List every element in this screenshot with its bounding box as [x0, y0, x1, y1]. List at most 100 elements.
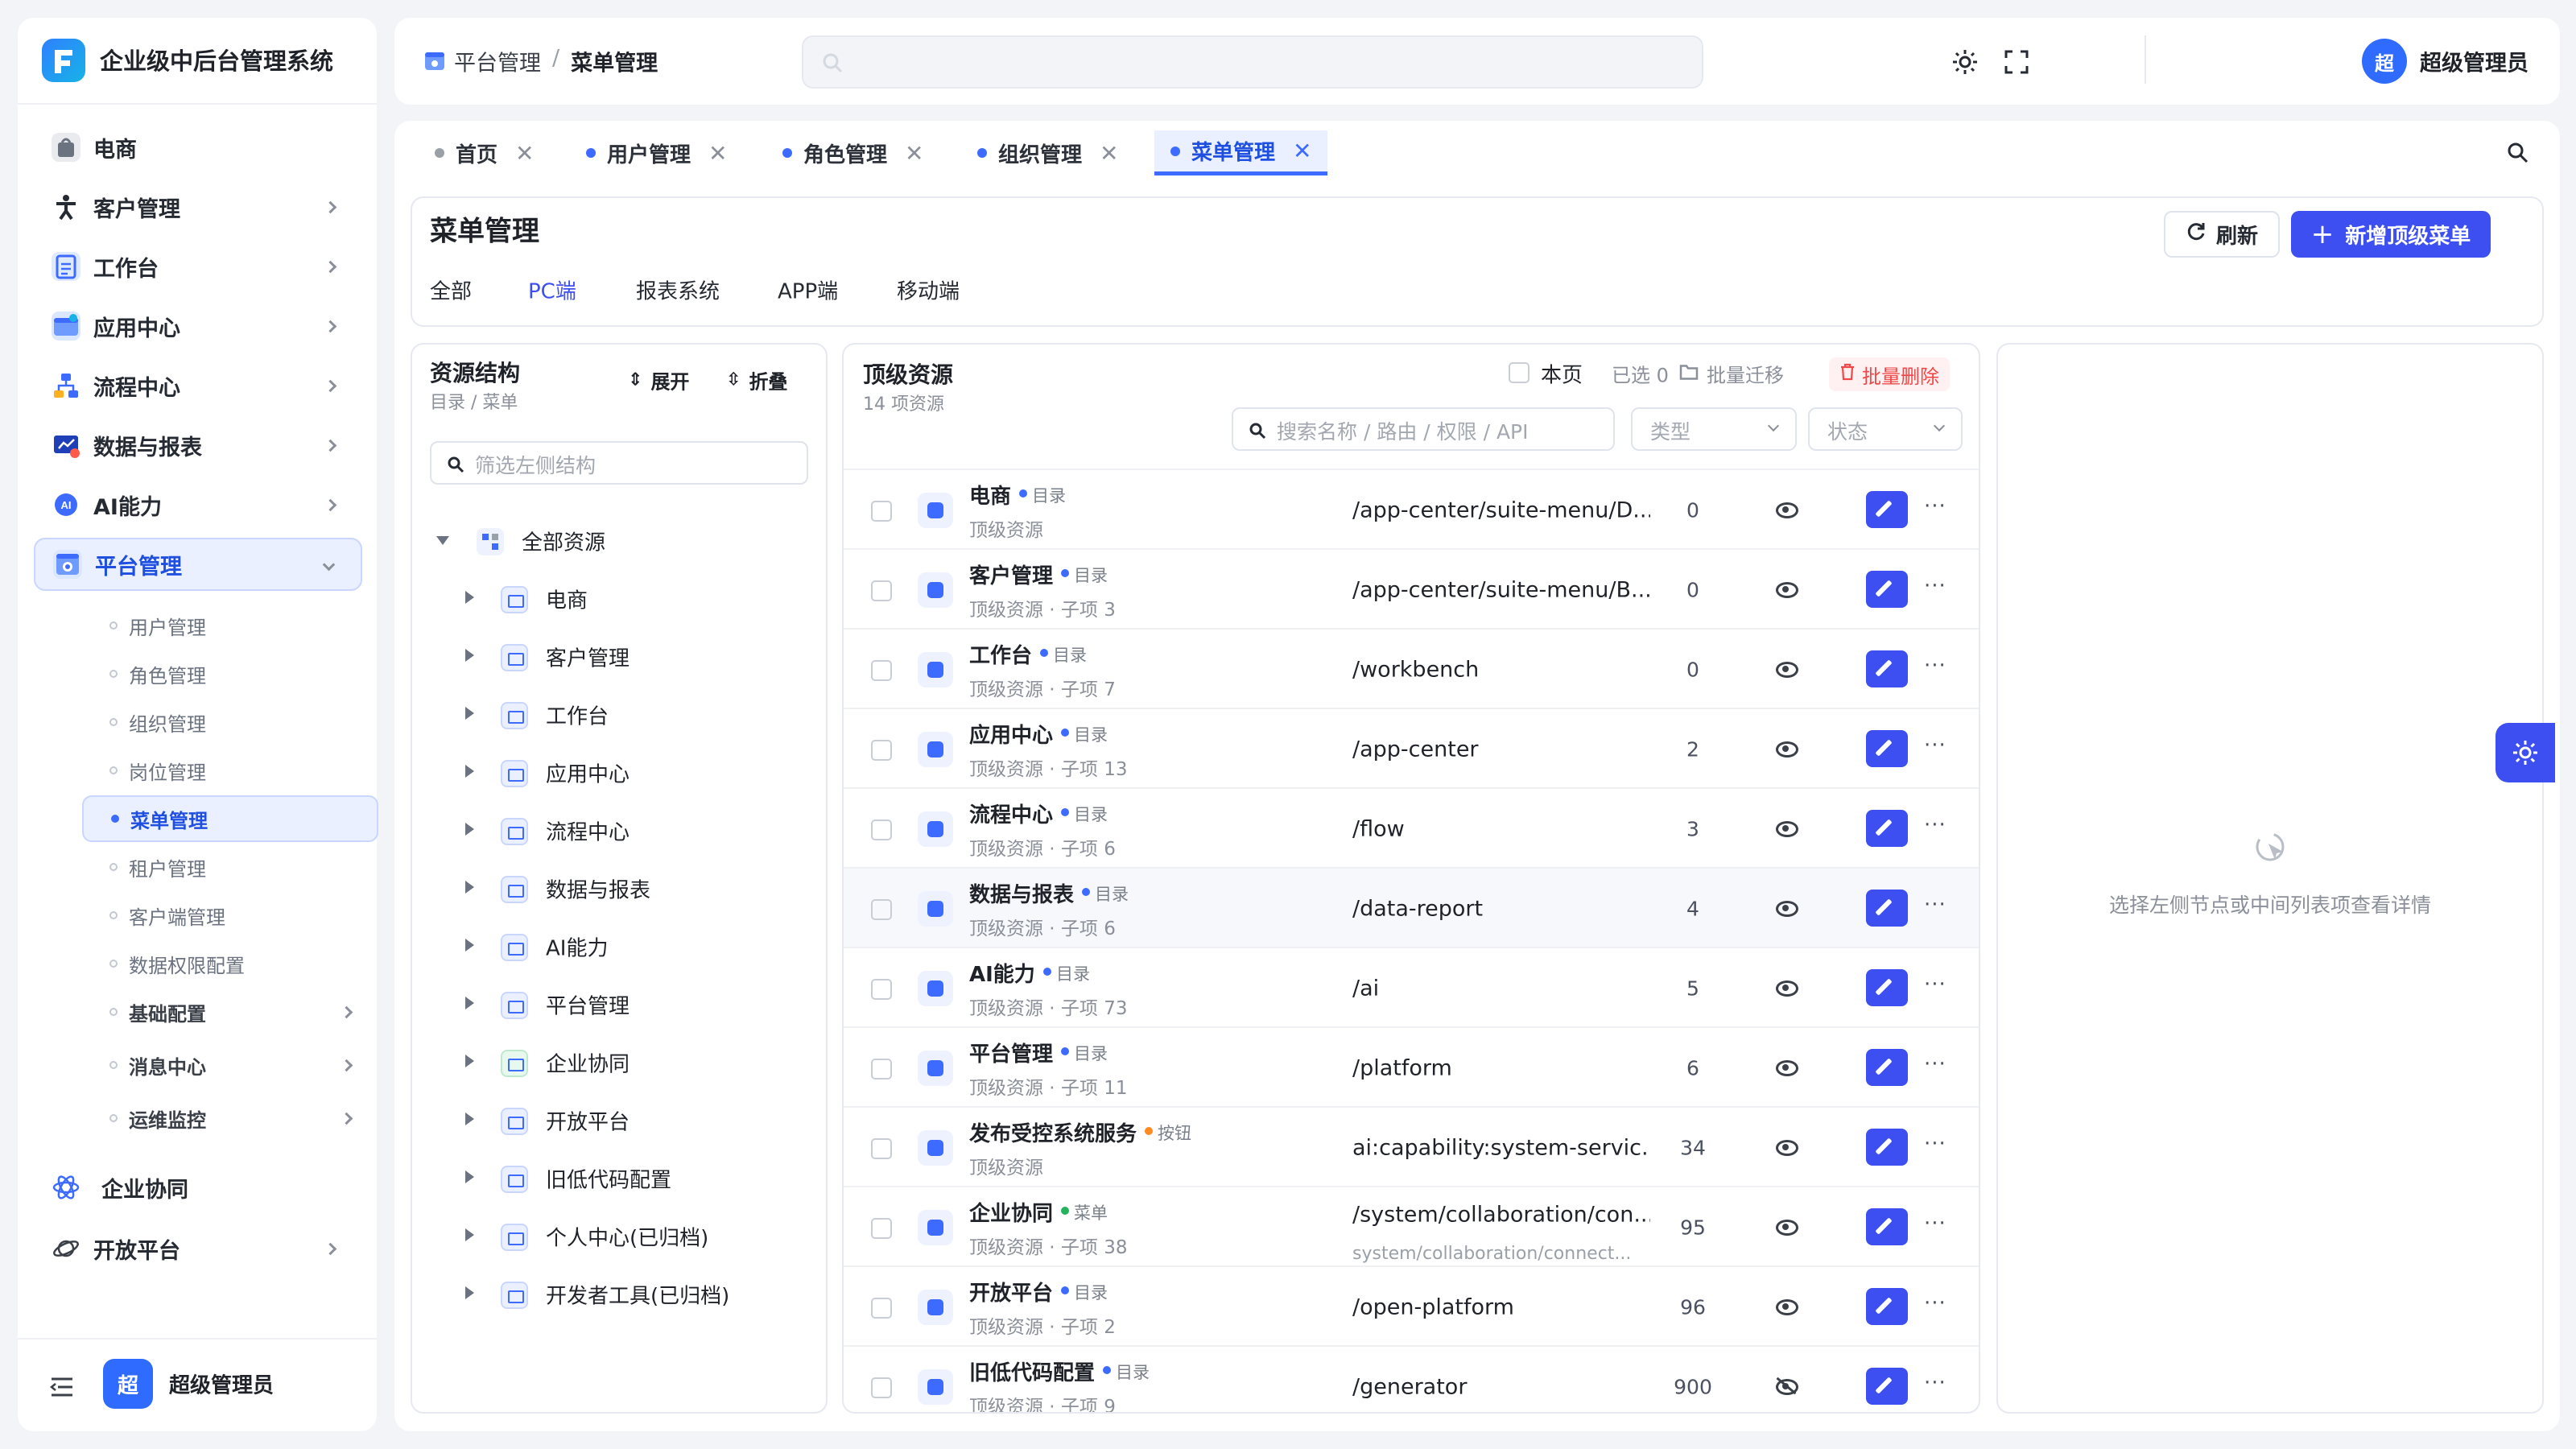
- eye-icon[interactable]: [1776, 660, 1798, 678]
- caret-right-icon[interactable]: [465, 1228, 474, 1241]
- sidebar-sub-client[interactable]: 客户端管理: [82, 892, 378, 939]
- eye-icon[interactable]: [1776, 1138, 1798, 1156]
- eye-icon[interactable]: [1776, 740, 1798, 758]
- table-row[interactable]: 平台管理 目录 顶级资源 · 子项 11/platform 6 ···: [844, 1028, 1979, 1108]
- select-page-checkbox[interactable]: [1509, 362, 1530, 383]
- sidebar-sub-data-permission[interactable]: 数据权限配置: [82, 940, 378, 987]
- eye-off-icon[interactable]: [1776, 1377, 1798, 1395]
- tab-search-icon[interactable]: [2505, 140, 2531, 166]
- caret-right-icon[interactable]: [465, 765, 474, 778]
- tree-node[interactable]: 旧低代码配置: [412, 1150, 826, 1208]
- table-row[interactable]: AI能力 目录 顶级资源 · 子项 73/ai 5 ···: [844, 948, 1979, 1028]
- more-icon[interactable]: ···: [1924, 813, 1946, 837]
- table-row[interactable]: 流程中心 目录 顶级资源 · 子项 6/flow 3 ···: [844, 789, 1979, 869]
- caret-right-icon[interactable]: [465, 591, 474, 604]
- sidebar-item-ecommerce[interactable]: 电商: [34, 121, 362, 174]
- edit-button[interactable]: [1866, 1288, 1908, 1325]
- more-icon[interactable]: ···: [1924, 893, 1946, 917]
- global-search-input[interactable]: [802, 35, 1703, 89]
- sidebar-sub-ops[interactable]: 运维监控: [82, 1095, 378, 1141]
- close-icon[interactable]: ✕: [1100, 140, 1118, 167]
- subtab-pc[interactable]: PC端: [528, 275, 636, 305]
- caret-right-icon[interactable]: [465, 939, 474, 952]
- row-checkbox[interactable]: [871, 1298, 892, 1319]
- status-select[interactable]: 状态: [1808, 407, 1963, 451]
- eye-icon[interactable]: [1776, 1218, 1798, 1236]
- tree-node[interactable]: 电商: [412, 570, 826, 628]
- row-checkbox[interactable]: [871, 819, 892, 840]
- batch-delete-button[interactable]: 批量删除: [1829, 357, 1950, 391]
- avatar[interactable]: 超: [2362, 39, 2407, 84]
- tab-home[interactable]: 首页 ✕: [435, 130, 534, 175]
- subtab-app[interactable]: APP端: [778, 275, 897, 305]
- tree-node[interactable]: 企业协同: [412, 1034, 826, 1092]
- edit-button[interactable]: [1866, 650, 1908, 687]
- tree-node[interactable]: 个人中心(已归档): [412, 1208, 826, 1265]
- type-select[interactable]: 类型: [1631, 407, 1797, 451]
- eye-icon[interactable]: [1776, 979, 1798, 997]
- tree-filter-input[interactable]: 筛选左侧结构: [430, 441, 808, 485]
- tab-user-management[interactable]: 用户管理 ✕: [586, 130, 727, 175]
- edit-button[interactable]: [1866, 730, 1908, 767]
- close-icon[interactable]: ✕: [708, 140, 727, 167]
- row-checkbox[interactable]: [871, 1218, 892, 1239]
- tree-node[interactable]: 开放平台: [412, 1092, 826, 1150]
- tree-node[interactable]: 数据与报表: [412, 860, 826, 918]
- caret-right-icon[interactable]: [465, 1286, 474, 1299]
- eye-icon[interactable]: [1776, 501, 1798, 518]
- breadcrumb-parent[interactable]: 平台管理: [454, 46, 541, 77]
- caret-right-icon[interactable]: [465, 1055, 474, 1067]
- edit-button[interactable]: [1866, 1049, 1908, 1086]
- sidebar-sub-org[interactable]: 组织管理: [82, 699, 378, 745]
- edit-button[interactable]: [1866, 1208, 1908, 1245]
- edit-button[interactable]: [1866, 1368, 1908, 1405]
- table-row[interactable]: 工作台 目录 顶级资源 · 子项 7/workbench 0 ···: [844, 630, 1979, 709]
- sidebar-sub-user[interactable]: 用户管理: [82, 602, 378, 649]
- settings-float-button[interactable]: [2496, 723, 2555, 782]
- tree-node[interactable]: 应用中心: [412, 744, 826, 802]
- sidebar-item-open-platform[interactable]: 开放平台: [34, 1222, 362, 1275]
- close-icon[interactable]: ✕: [1293, 138, 1311, 164]
- tab-role-management[interactable]: 角色管理 ✕: [782, 130, 923, 175]
- tree-node[interactable]: AI能力: [412, 918, 826, 976]
- edit-button[interactable]: [1866, 810, 1908, 847]
- row-checkbox[interactable]: [871, 580, 892, 601]
- more-icon[interactable]: ···: [1924, 1132, 1946, 1156]
- close-icon[interactable]: ✕: [515, 140, 534, 167]
- edit-button[interactable]: [1866, 890, 1908, 927]
- table-row[interactable]: 客户管理 目录 顶级资源 · 子项 3/app-center/suite-menu/…: [844, 550, 1979, 630]
- subtab-all[interactable]: 全部: [430, 275, 528, 305]
- tree-node[interactable]: 工作台: [412, 686, 826, 744]
- fullscreen-icon[interactable]: [2003, 48, 2030, 76]
- edit-button[interactable]: [1866, 491, 1908, 528]
- row-checkbox[interactable]: [871, 740, 892, 761]
- more-icon[interactable]: ···: [1924, 1052, 1946, 1076]
- caret-right-icon[interactable]: [465, 707, 474, 720]
- more-icon[interactable]: ···: [1924, 494, 1946, 518]
- more-icon[interactable]: ···: [1924, 1212, 1946, 1236]
- subtab-report[interactable]: 报表系统: [636, 275, 778, 305]
- tree-node[interactable]: 平台管理: [412, 976, 826, 1034]
- eye-icon[interactable]: [1776, 1298, 1798, 1315]
- sidebar-sub-basic-config[interactable]: 基础配置: [82, 989, 378, 1035]
- close-icon[interactable]: ✕: [905, 140, 923, 167]
- eye-icon[interactable]: [1776, 580, 1798, 598]
- more-icon[interactable]: ···: [1924, 654, 1946, 678]
- caret-right-icon[interactable]: [465, 823, 474, 836]
- refresh-button[interactable]: 刷新: [2164, 211, 2280, 258]
- sidebar-item-app-center[interactable]: 应用中心: [34, 299, 362, 353]
- row-checkbox[interactable]: [871, 1059, 892, 1080]
- caret-right-icon[interactable]: [465, 881, 474, 894]
- add-top-menu-button[interactable]: + 新增顶级菜单: [2291, 211, 2491, 258]
- row-checkbox[interactable]: [871, 979, 892, 1000]
- tree-node[interactable]: 流程中心: [412, 802, 826, 860]
- sidebar-item-ai[interactable]: AI AI能力: [34, 478, 362, 531]
- eye-icon[interactable]: [1776, 899, 1798, 917]
- sidebar-sub-tenant[interactable]: 租户管理: [82, 844, 378, 890]
- caret-right-icon[interactable]: [465, 997, 474, 1009]
- expand-button[interactable]: ⇕ 展开: [628, 366, 689, 394]
- caret-right-icon[interactable]: [465, 649, 474, 662]
- more-icon[interactable]: ···: [1924, 574, 1946, 598]
- more-icon[interactable]: ···: [1924, 972, 1946, 997]
- row-checkbox[interactable]: [871, 501, 892, 522]
